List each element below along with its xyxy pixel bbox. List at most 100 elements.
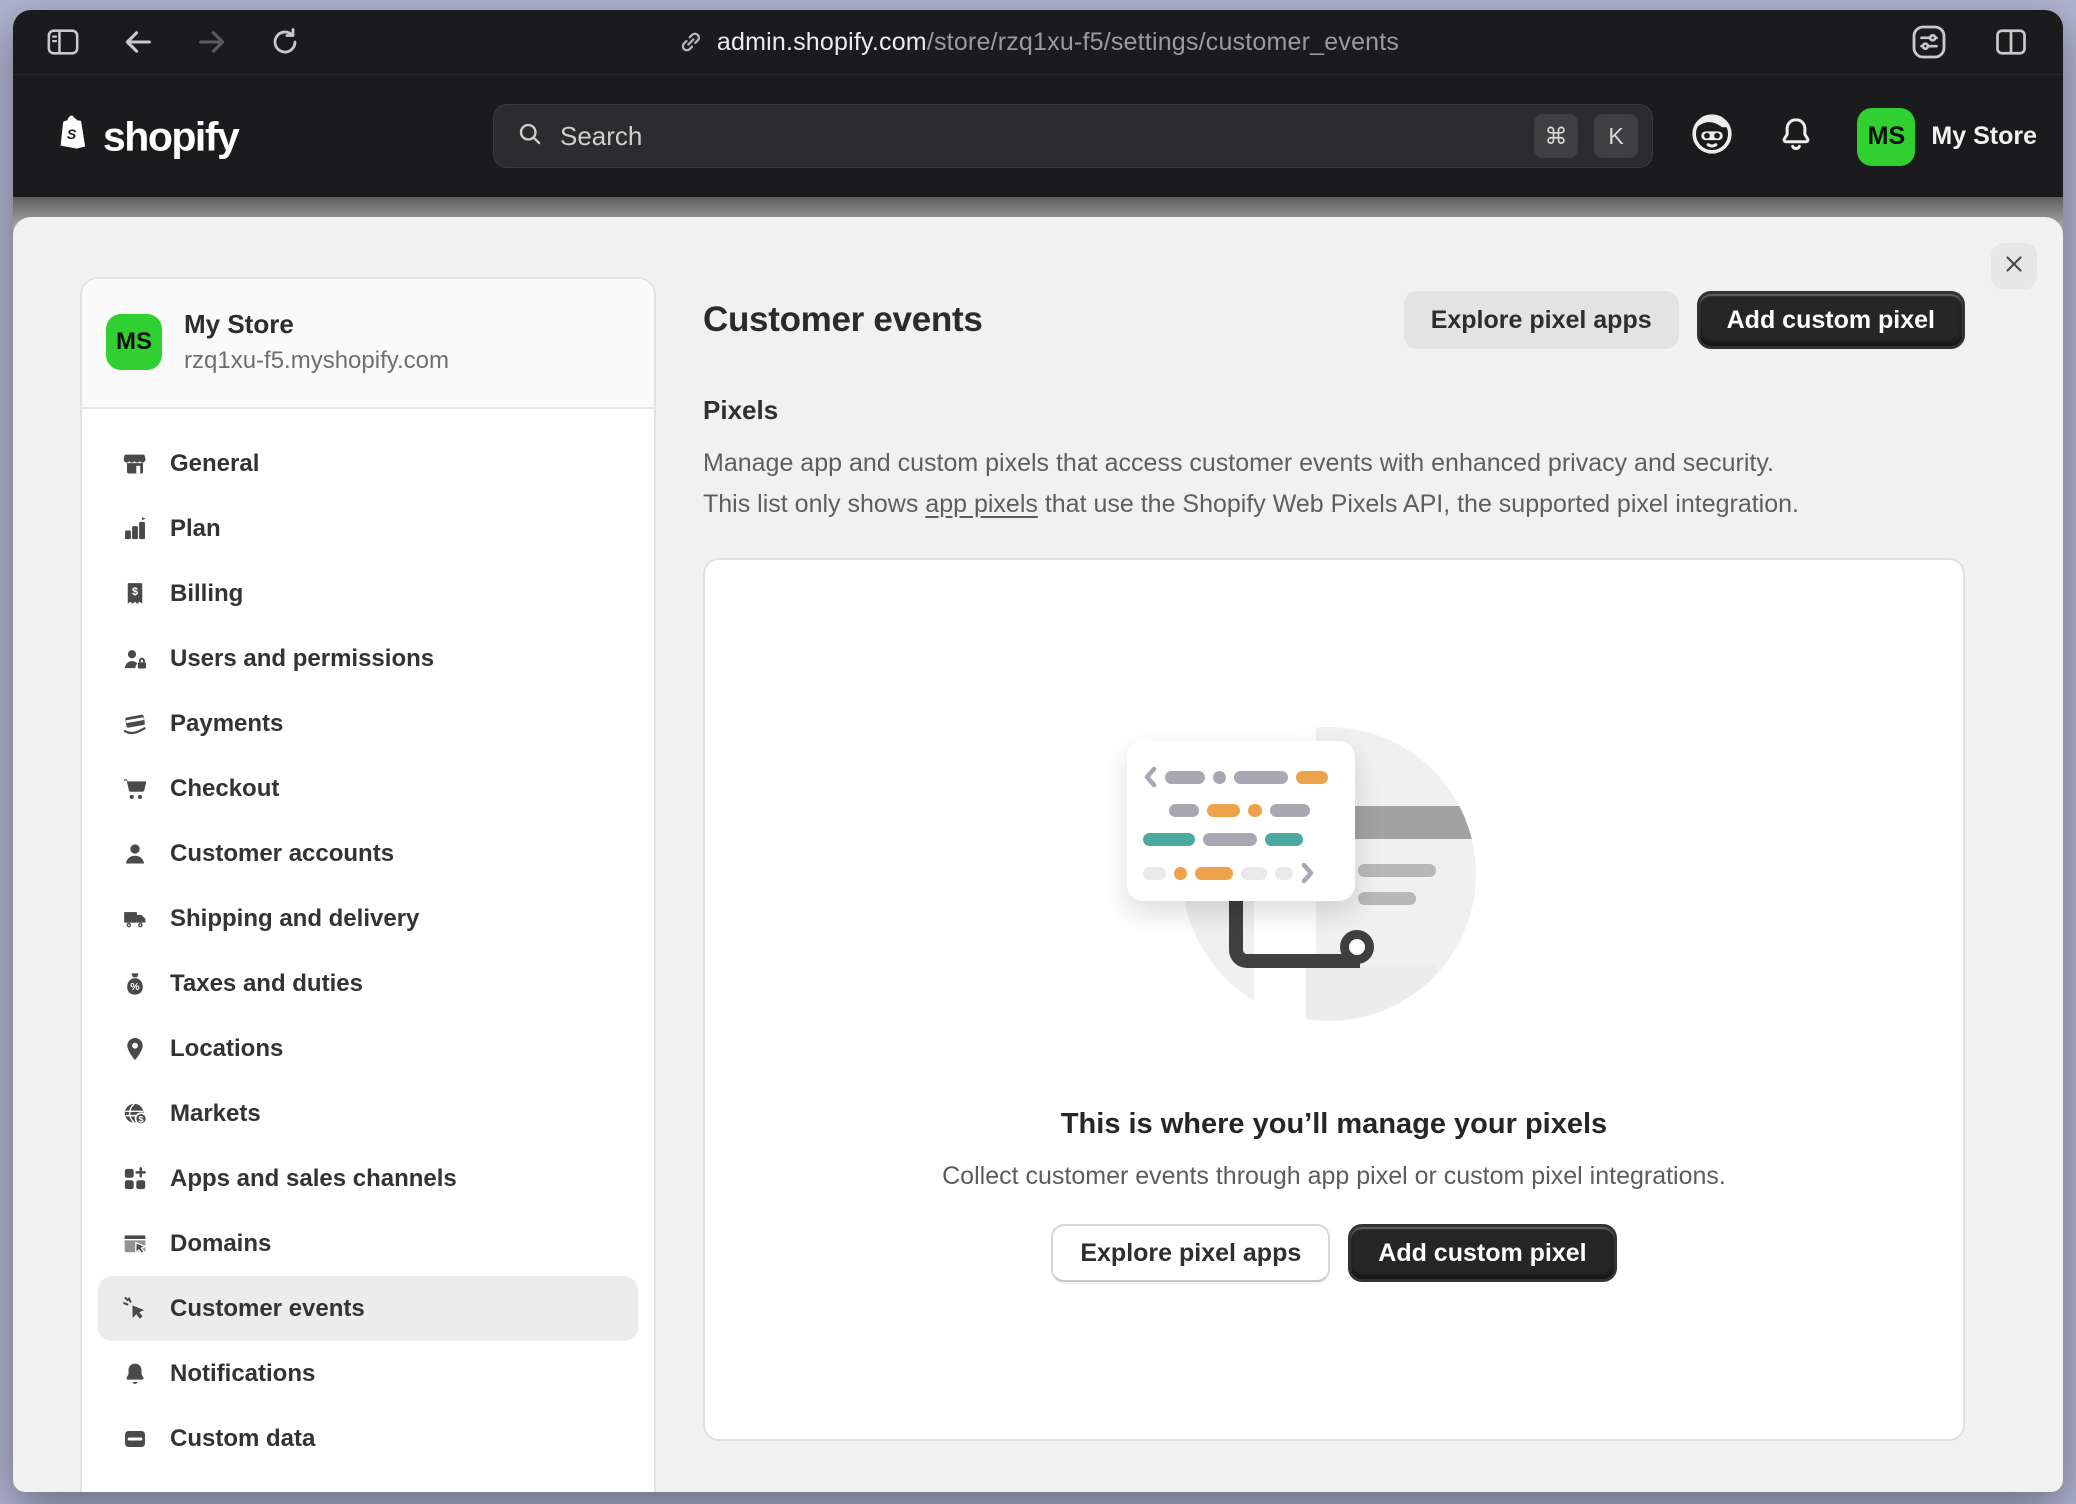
illustration-block [1306, 965, 1437, 1021]
sidebar-item-label: Billing [170, 580, 243, 608]
sidebar-item-shipping-and-delivery[interactable]: Shipping and delivery [98, 886, 638, 951]
code-line [1143, 804, 1339, 817]
sidebar-item-markets[interactable]: $ Markets [98, 1081, 638, 1146]
global-search[interactable]: ⌘ K [493, 104, 1653, 168]
code-line [1143, 766, 1339, 788]
settings-sidebar: MS My Store rzq1xu-f5.myshopify.com Gene… [80, 277, 656, 1492]
empty-state-subtext: Collect customer events through app pixe… [705, 1162, 1963, 1191]
users-icon [122, 646, 148, 672]
page-title: Customer events [703, 300, 1404, 340]
person-icon [122, 841, 148, 867]
account-store-name: My Store [1931, 122, 2037, 151]
sidebar-menu: General Plan $ Billing Users and permissions… [82, 409, 654, 1492]
browser-nav-controls [45, 10, 301, 74]
pixels-section-heading: Pixels [703, 395, 778, 426]
sidebar-item-locations[interactable]: Locations [98, 1016, 638, 1081]
browser-actions [1909, 10, 2029, 74]
shortcut-cmd-key: ⌘ [1534, 114, 1578, 158]
notifications-bell-icon[interactable] [1777, 115, 1815, 158]
illustration-code-card [1127, 741, 1355, 901]
sidebar-item-label: Apps and sales channels [170, 1165, 457, 1193]
sidebar-item-label: Users and permissions [170, 645, 434, 673]
page-header: Customer events Explore pixel apps Add c… [703, 291, 1965, 349]
languages-icon: A [122, 1491, 148, 1493]
truck-icon [122, 906, 148, 932]
svg-text:S: S [67, 126, 77, 142]
sidebar-toggle-icon[interactable] [45, 25, 81, 59]
description-line-1: Manage app and custom pixels that access… [703, 443, 1965, 484]
add-custom-pixel-button[interactable]: Add custom pixel [1348, 1224, 1616, 1282]
account-menu[interactable]: MS My Store [1857, 108, 2037, 166]
sidebar-item-label: Markets [170, 1100, 261, 1128]
shopify-wordmark: shopify [103, 113, 238, 160]
sidebar-item-checkout[interactable]: Checkout [98, 756, 638, 821]
forward-icon [195, 25, 229, 59]
svg-text:$: $ [132, 585, 138, 597]
sidebar-item-plan[interactable]: Plan [98, 496, 638, 561]
apps-icon [122, 1166, 148, 1192]
empty-state-heading: This is where you’ll manage your pixels [705, 1108, 1963, 1141]
sidebar-item-label: Plan [170, 515, 221, 543]
sidebar-item-label: Customer events [170, 1295, 365, 1323]
explore-pixel-apps-button[interactable]: Explore pixel apps [1404, 291, 1679, 349]
sidebar-item-label: Domains [170, 1230, 271, 1258]
explore-pixel-apps-button[interactable]: Explore pixel apps [1051, 1224, 1330, 1282]
checkout-icon [122, 776, 148, 802]
cursor-click-icon [122, 1296, 148, 1322]
url-host: admin.shopify.com [717, 28, 927, 56]
close-button[interactable] [1991, 243, 2037, 289]
url-path: /store/rzq1xu-f5/settings/customer_event… [927, 28, 1399, 56]
avatar: MS [1857, 108, 1915, 166]
search-input[interactable] [558, 120, 1520, 153]
chevron-left-icon [1143, 766, 1157, 788]
sidebar-item-label: Notifications [170, 1360, 315, 1388]
billing-icon: $ [122, 581, 148, 607]
sidebar-item-taxes-and-duties[interactable]: % Taxes and duties [98, 951, 638, 1016]
taxes-icon: % [122, 971, 148, 997]
sidebar-item-notifications[interactable]: Notifications [98, 1341, 638, 1406]
sidebar-item-users-and-permissions[interactable]: Users and permissions [98, 626, 638, 691]
split-view-icon[interactable] [1993, 24, 2029, 60]
sidebar-item-label: Taxes and duties [170, 970, 363, 998]
add-custom-pixel-button[interactable]: Add custom pixel [1697, 291, 1965, 349]
sidebar-item-customer-events[interactable]: Customer events [98, 1276, 638, 1341]
markets-icon: $ [122, 1101, 148, 1127]
reload-icon[interactable] [269, 26, 301, 58]
code-line [1143, 862, 1339, 884]
address-bar[interactable]: admin.shopify.com/store/rzq1xu-f5/settin… [677, 10, 1399, 74]
sidebar-item-label: Payments [170, 710, 283, 738]
shopify-logo[interactable]: S shopify [53, 112, 238, 161]
sidebar-item-billing[interactable]: $ Billing [98, 561, 638, 626]
sidebar-item-apps-and-sales-channels[interactable]: Apps and sales channels [98, 1146, 638, 1211]
sidebar-store-header: MS My Store rzq1xu-f5.myshopify.com [82, 279, 654, 409]
sidebar-item-payments[interactable]: Payments [98, 691, 638, 756]
sidebar-item-custom-data[interactable]: Custom data [98, 1406, 638, 1471]
app-pixels-link[interactable]: app pixels [925, 490, 1038, 518]
sidebar-item-customer-accounts[interactable]: Customer accounts [98, 821, 638, 886]
pixels-empty-state-card: This is where you’ll manage your pixels … [703, 558, 1965, 1441]
sidebar-item-domains[interactable]: Domains [98, 1211, 638, 1276]
chevron-right-icon [1301, 862, 1315, 884]
header-right-cluster: MS My Store [1689, 75, 2037, 198]
desktop: { "browser": { "url_host": "admin.shopif… [0, 0, 2076, 1504]
store-avatar: MS [106, 314, 162, 370]
svg-text:$: $ [139, 1114, 144, 1124]
sidebar-item-label: Custom data [170, 1425, 315, 1453]
sidebar-item-languages[interactable]: ALanguages [98, 1471, 638, 1492]
illustration-text-bar [1358, 864, 1436, 877]
browser-window: admin.shopify.com/store/rzq1xu-f5/settin… [13, 10, 2063, 1492]
sidebar-item-label: General [170, 450, 259, 478]
link-icon [677, 28, 705, 56]
sidebar-item-general[interactable]: General [98, 431, 638, 496]
sidebar-item-label: Customer accounts [170, 840, 394, 868]
sidebar-store-name: My Store [184, 309, 449, 340]
back-icon[interactable] [121, 25, 155, 59]
illustration-text-bar [1358, 892, 1416, 905]
customize-toolbar-icon[interactable] [1909, 22, 1949, 62]
code-line [1143, 833, 1339, 846]
sidebar-store-domain: rzq1xu-f5.myshopify.com [184, 347, 449, 375]
location-icon [122, 1036, 148, 1062]
sidebar-item-label: Shipping and delivery [170, 905, 419, 933]
sidekick-assistant-icon[interactable] [1689, 111, 1735, 162]
shortcut-k-key: K [1594, 114, 1638, 158]
